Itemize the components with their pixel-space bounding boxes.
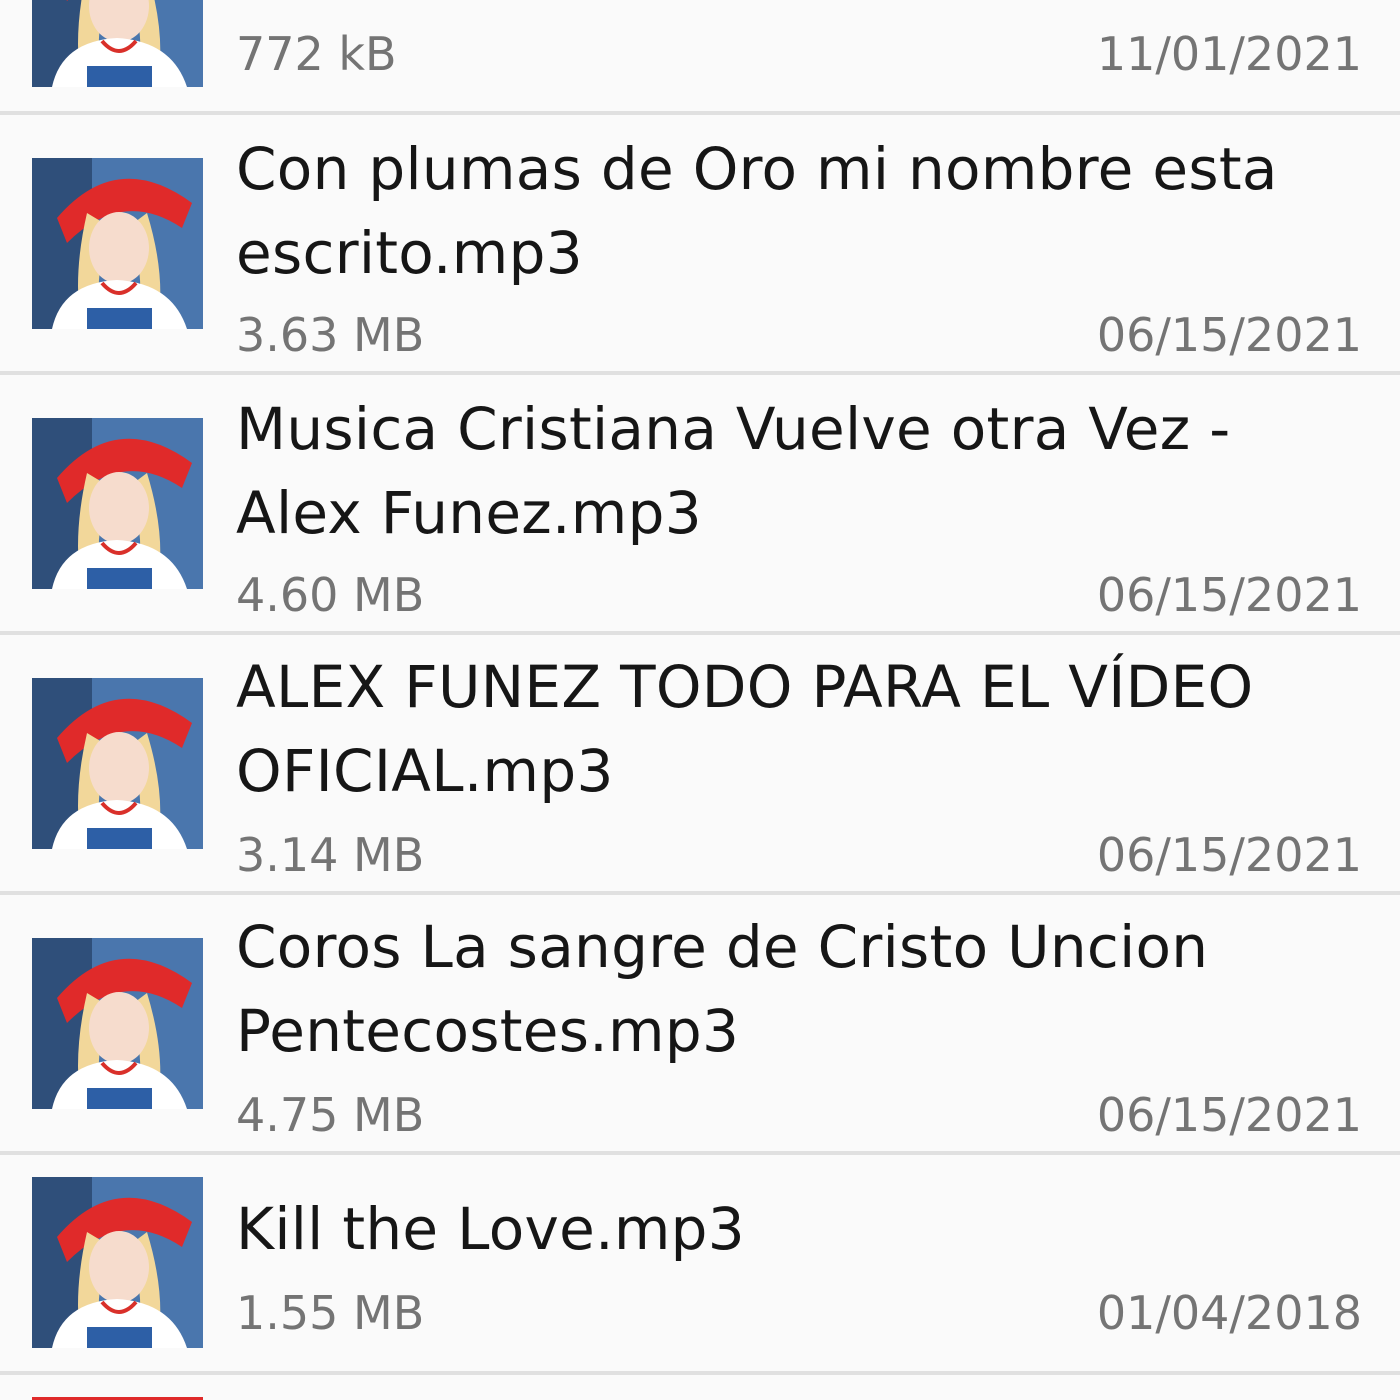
file-row[interactable] xyxy=(0,1375,1400,1400)
file-date: 06/15/2021 xyxy=(1096,1088,1362,1142)
file-date: 06/15/2021 xyxy=(1096,308,1362,362)
file-title: Coros La sangre de Cristo Uncion Penteco… xyxy=(236,905,1350,1073)
album-art-thumbnail xyxy=(32,938,203,1109)
file-size: 4.60 MB xyxy=(236,568,425,622)
file-title-line: Con plumas de Oro mi nombre esta xyxy=(236,135,1278,203)
file-size: 3.14 MB xyxy=(236,828,425,882)
file-title-line: escrito.mp3 xyxy=(236,219,583,287)
file-row[interactable]: Kill the Love.mp3 1.55 MB 01/04/2018 xyxy=(0,1155,1400,1375)
album-art-thumbnail xyxy=(32,0,203,87)
file-title-line: Coros La sangre de Cristo Uncion xyxy=(236,913,1209,981)
file-title-line: Alex Funez.mp3 xyxy=(236,479,702,547)
album-art-thumbnail xyxy=(32,678,203,849)
file-size: 772 kB xyxy=(236,27,397,81)
file-date: 11/01/2021 xyxy=(1096,27,1362,81)
file-title: Con plumas de Oro mi nombre esta escrito… xyxy=(236,127,1350,295)
file-row[interactable]: Musica Cristiana Vuelve otra Vez - Alex … xyxy=(0,375,1400,635)
file-title: Musica Cristiana Vuelve otra Vez - Alex … xyxy=(236,387,1350,555)
file-row[interactable]: Coros La sangre de Cristo Uncion Penteco… xyxy=(0,895,1400,1155)
file-date: 06/15/2021 xyxy=(1096,828,1362,882)
file-title-line: OFICIAL.mp3 xyxy=(236,737,614,805)
file-row[interactable]: 772 kB 11/01/2021 xyxy=(0,0,1400,115)
file-size: 1.55 MB xyxy=(236,1286,425,1340)
file-row[interactable]: ALEX FUNEZ TODO PARA EL VÍDEO OFICIAL.mp… xyxy=(0,635,1400,895)
album-art-thumbnail xyxy=(32,158,203,329)
file-title: ALEX FUNEZ TODO PARA EL VÍDEO OFICIAL.mp… xyxy=(236,645,1350,813)
file-date: 01/04/2018 xyxy=(1096,1286,1362,1340)
file-title: Kill the Love.mp3 xyxy=(236,1187,1350,1271)
file-list: 772 kB 11/01/2021 Con plumas de Oro mi n… xyxy=(0,0,1400,1400)
album-art-thumbnail xyxy=(32,418,203,589)
file-size: 4.75 MB xyxy=(236,1088,425,1142)
file-date: 06/15/2021 xyxy=(1096,568,1362,622)
file-title-line: Kill the Love.mp3 xyxy=(236,1195,745,1263)
album-art-thumbnail xyxy=(32,1177,203,1348)
file-title-line: Pentecostes.mp3 xyxy=(236,997,740,1065)
file-title-line: Musica Cristiana Vuelve otra Vez - xyxy=(236,395,1231,463)
file-title-line: ALEX FUNEZ TODO PARA EL VÍDEO xyxy=(236,653,1254,721)
file-size: 3.63 MB xyxy=(236,308,425,362)
file-row[interactable]: Con plumas de Oro mi nombre esta escrito… xyxy=(0,115,1400,375)
